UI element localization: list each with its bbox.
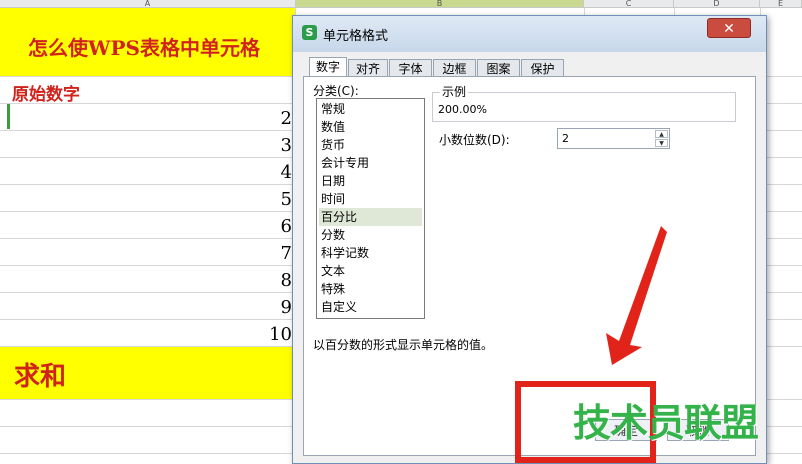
- watermark-logo-text: 技术员联盟: [573, 401, 759, 445]
- watermark-url: www.jsgho.com: [600, 213, 702, 228]
- red-arrow-icon: [606, 226, 667, 365]
